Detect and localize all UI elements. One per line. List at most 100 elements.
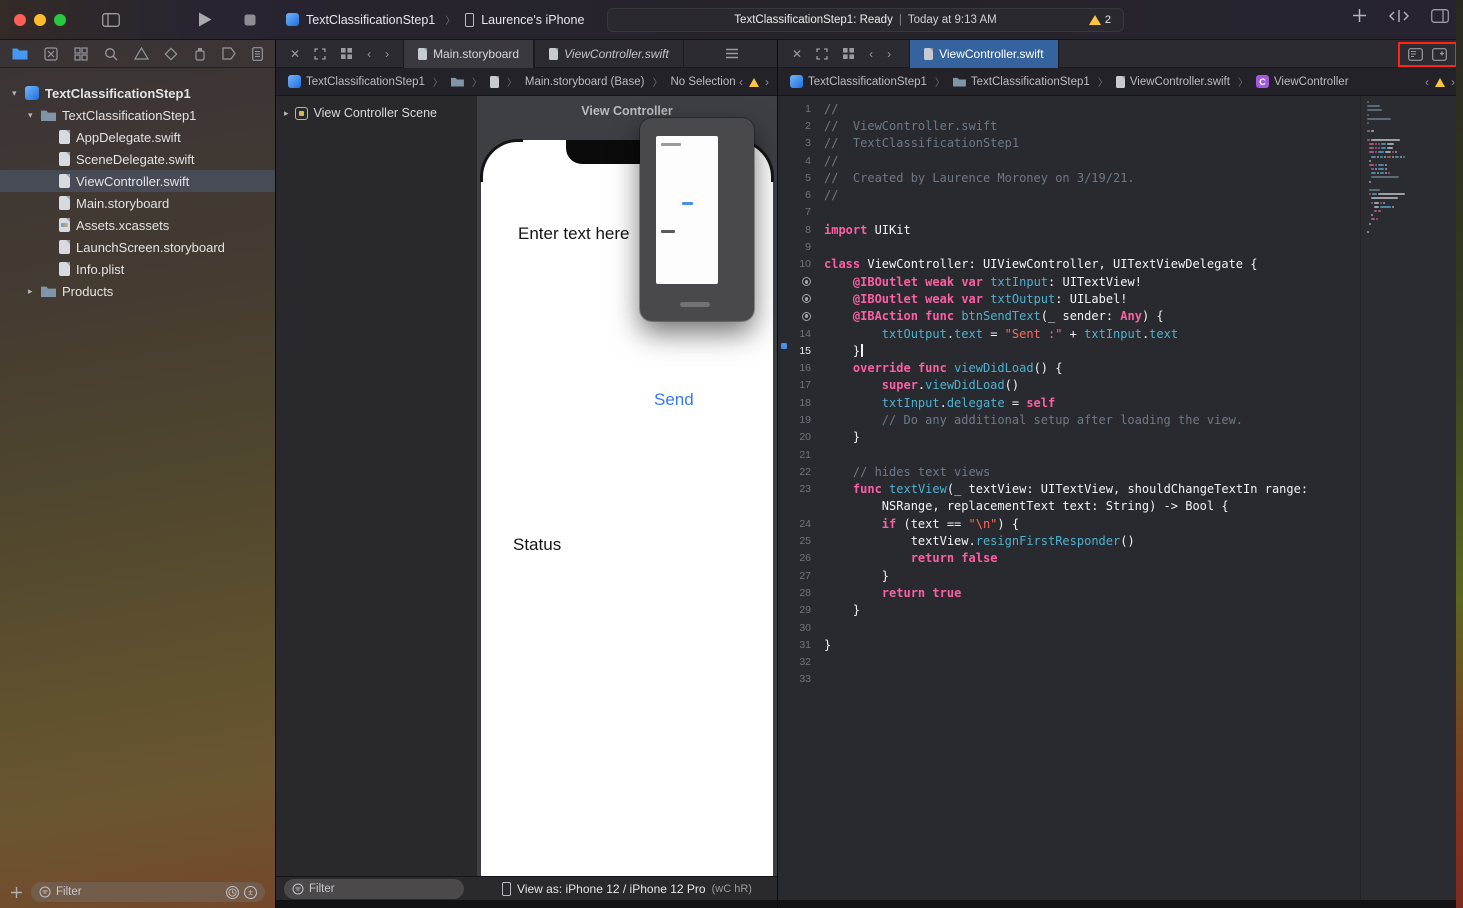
code-line[interactable]: 18 txtInput.delegate = self <box>778 394 1360 411</box>
breadcrumb-project[interactable]: TextClassificationStep1 <box>808 76 927 88</box>
scheme-selector[interactable]: TextClassificationStep1 <box>306 13 435 27</box>
code-line[interactable]: 29 } <box>778 602 1360 619</box>
code-line[interactable]: 32 <box>778 654 1360 671</box>
back-history-icon[interactable]: ‹ <box>869 47 873 61</box>
code-line[interactable]: 26 return false <box>778 550 1360 567</box>
code-line[interactable]: 2// ViewController.swift <box>778 117 1360 134</box>
expand-editor-icon[interactable] <box>816 48 828 60</box>
tab-main-storyboard[interactable]: Main.storyboard <box>403 40 534 68</box>
breadcrumb-group[interactable]: TextClassificationStep1 <box>971 76 1090 88</box>
code-line[interactable]: 5// Created by Laurence Moroney on 3/19/… <box>778 169 1360 186</box>
report-navigator-icon[interactable] <box>252 47 263 61</box>
code-line[interactable]: 25 textView.resignFirstResponder() <box>778 532 1360 549</box>
navigator-item[interactable]: ▾TextClassificationStep1 <box>0 82 275 104</box>
navigator-item[interactable]: AppDelegate.swift <box>0 126 275 148</box>
code-line[interactable]: 23 func textView(_ textView: UITextView,… <box>778 481 1360 498</box>
code-line[interactable]: 1// <box>778 100 1360 117</box>
find-navigator-icon[interactable] <box>104 47 118 61</box>
navigator-item[interactable]: Info.plist <box>0 258 275 280</box>
breakpoint-navigator-icon[interactable] <box>222 47 236 60</box>
activity-status-bar[interactable]: TextClassificationStep1: Ready | Today a… <box>607 8 1124 32</box>
connection-well-icon[interactable] <box>778 277 824 286</box>
connection-well-icon[interactable] <box>778 294 824 303</box>
toggle-inspectors-icon[interactable] <box>1431 9 1449 23</box>
zoom-window-button[interactable] <box>54 14 66 26</box>
breadcrumb-selection[interactable]: No Selection <box>670 76 735 88</box>
breadcrumb-file[interactable]: Main.storyboard (Base) <box>525 76 645 88</box>
code-line[interactable]: 16 override func viewDidLoad() { <box>778 359 1360 376</box>
stop-button[interactable] <box>244 14 256 26</box>
add-editor-button[interactable] <box>1432 48 1447 61</box>
code-line[interactable]: 4// <box>778 152 1360 169</box>
navigator-item[interactable]: Assets.xcassets <box>0 214 275 236</box>
back-history-icon[interactable]: ‹ <box>367 47 371 61</box>
source-control-navigator-icon[interactable] <box>44 47 58 61</box>
code-line[interactable]: 7 <box>778 204 1360 221</box>
debug-navigator-icon[interactable] <box>194 47 206 61</box>
text-view-enter-text[interactable]: Enter text here <box>518 224 630 244</box>
navigator-filter-field[interactable]: Filter ± <box>31 882 265 902</box>
navigator-item[interactable]: ▾TextClassificationStep1 <box>0 104 275 126</box>
adjust-editor-options-button[interactable] <box>1408 48 1423 61</box>
previous-issue-icon[interactable]: ‹ <box>1425 75 1429 89</box>
breadcrumb-symbol[interactable]: ViewController <box>1274 76 1349 88</box>
code-line[interactable]: 15 } <box>778 342 1360 359</box>
code-line[interactable]: 14 txtOutput.text = "Sent :" + txtInput.… <box>778 325 1360 342</box>
code-line[interactable]: 31} <box>778 636 1360 653</box>
toggle-navigator-icon[interactable] <box>102 13 120 27</box>
disclosure-expanded-icon[interactable]: ▾ <box>28 110 41 121</box>
close-editor-icon[interactable]: ✕ <box>290 47 300 61</box>
warning-icon[interactable] <box>1435 78 1445 87</box>
expand-editor-icon[interactable] <box>314 48 326 60</box>
navigator-item[interactable]: ▸Products <box>0 280 275 302</box>
code-line[interactable]: @IBOutlet weak var txtOutput: UILabel! <box>778 290 1360 307</box>
code-line[interactable]: 19 // Do any additional setup after load… <box>778 411 1360 428</box>
breadcrumb-file[interactable]: ViewController.swift <box>1130 76 1230 88</box>
code-line[interactable]: 3// TextClassificationStep1 <box>778 135 1360 152</box>
code-line[interactable]: 28 return true <box>778 584 1360 601</box>
source-editor[interactable]: 1//2// ViewController.swift3// TextClass… <box>778 96 1463 900</box>
code-line[interactable]: 8import UIKit <box>778 221 1360 238</box>
previous-issue-icon[interactable]: ‹ <box>739 75 743 89</box>
status-label[interactable]: Status <box>513 535 561 555</box>
code-line[interactable]: 30 <box>778 619 1360 636</box>
device-preview-popup[interactable] <box>640 118 754 321</box>
code-line[interactable]: @IBAction func btnSendText(_ sender: Any… <box>778 308 1360 325</box>
disclosure-collapsed-icon[interactable]: ▸ <box>28 286 41 297</box>
tab-viewcontroller-preview[interactable]: ViewController.swift <box>534 40 684 68</box>
navigator-item[interactable]: Main.storyboard <box>0 192 275 214</box>
add-file-button[interactable] <box>10 886 23 899</box>
source-control-filter-icon[interactable]: ± <box>244 886 257 899</box>
tab-viewcontroller-swift[interactable]: ViewController.swift <box>909 40 1058 68</box>
run-destination-selector[interactable]: Laurence's iPhone <box>481 13 584 27</box>
next-issue-icon[interactable]: › <box>1451 75 1455 89</box>
close-editor-icon[interactable]: ✕ <box>792 47 802 61</box>
run-button[interactable] <box>198 12 212 27</box>
issue-navigator-icon[interactable] <box>134 47 149 60</box>
scene-title[interactable]: View Controller <box>477 104 777 118</box>
editor-layout-button[interactable] <box>1389 9 1409 23</box>
close-window-button[interactable] <box>14 14 26 26</box>
code-line[interactable]: 27 } <box>778 567 1360 584</box>
disclosure-expanded-icon[interactable]: ▾ <box>12 88 25 99</box>
code-line[interactable]: 9 <box>778 238 1360 255</box>
connection-well-icon[interactable] <box>778 312 824 321</box>
send-button[interactable]: Send <box>654 390 694 410</box>
minimize-window-button[interactable] <box>34 14 46 26</box>
folder-icon[interactable] <box>451 77 464 87</box>
related-items-icon[interactable] <box>842 47 855 60</box>
storyboard-canvas[interactable]: View Controller Enter text here Send Sta… <box>477 96 777 876</box>
storyboard-doc-icon[interactable] <box>490 76 499 88</box>
code-line[interactable]: 10class ViewController: UIViewController… <box>778 256 1360 273</box>
code-line[interactable]: 17 super.viewDidLoad() <box>778 377 1360 394</box>
project-navigator-icon[interactable] <box>12 47 28 60</box>
code-line[interactable]: 6// <box>778 186 1360 203</box>
code-lines[interactable]: 1//2// ViewController.swift3// TextClass… <box>778 100 1360 688</box>
breadcrumb-project[interactable]: TextClassificationStep1 <box>306 76 425 88</box>
navigator-item[interactable]: SceneDelegate.swift <box>0 148 275 170</box>
test-navigator-icon[interactable] <box>164 47 178 61</box>
code-line[interactable]: 20 } <box>778 429 1360 446</box>
code-line[interactable]: NSRange, replacementText text: String) -… <box>778 498 1360 515</box>
related-items-icon[interactable] <box>340 47 353 60</box>
next-issue-icon[interactable]: › <box>765 75 769 89</box>
